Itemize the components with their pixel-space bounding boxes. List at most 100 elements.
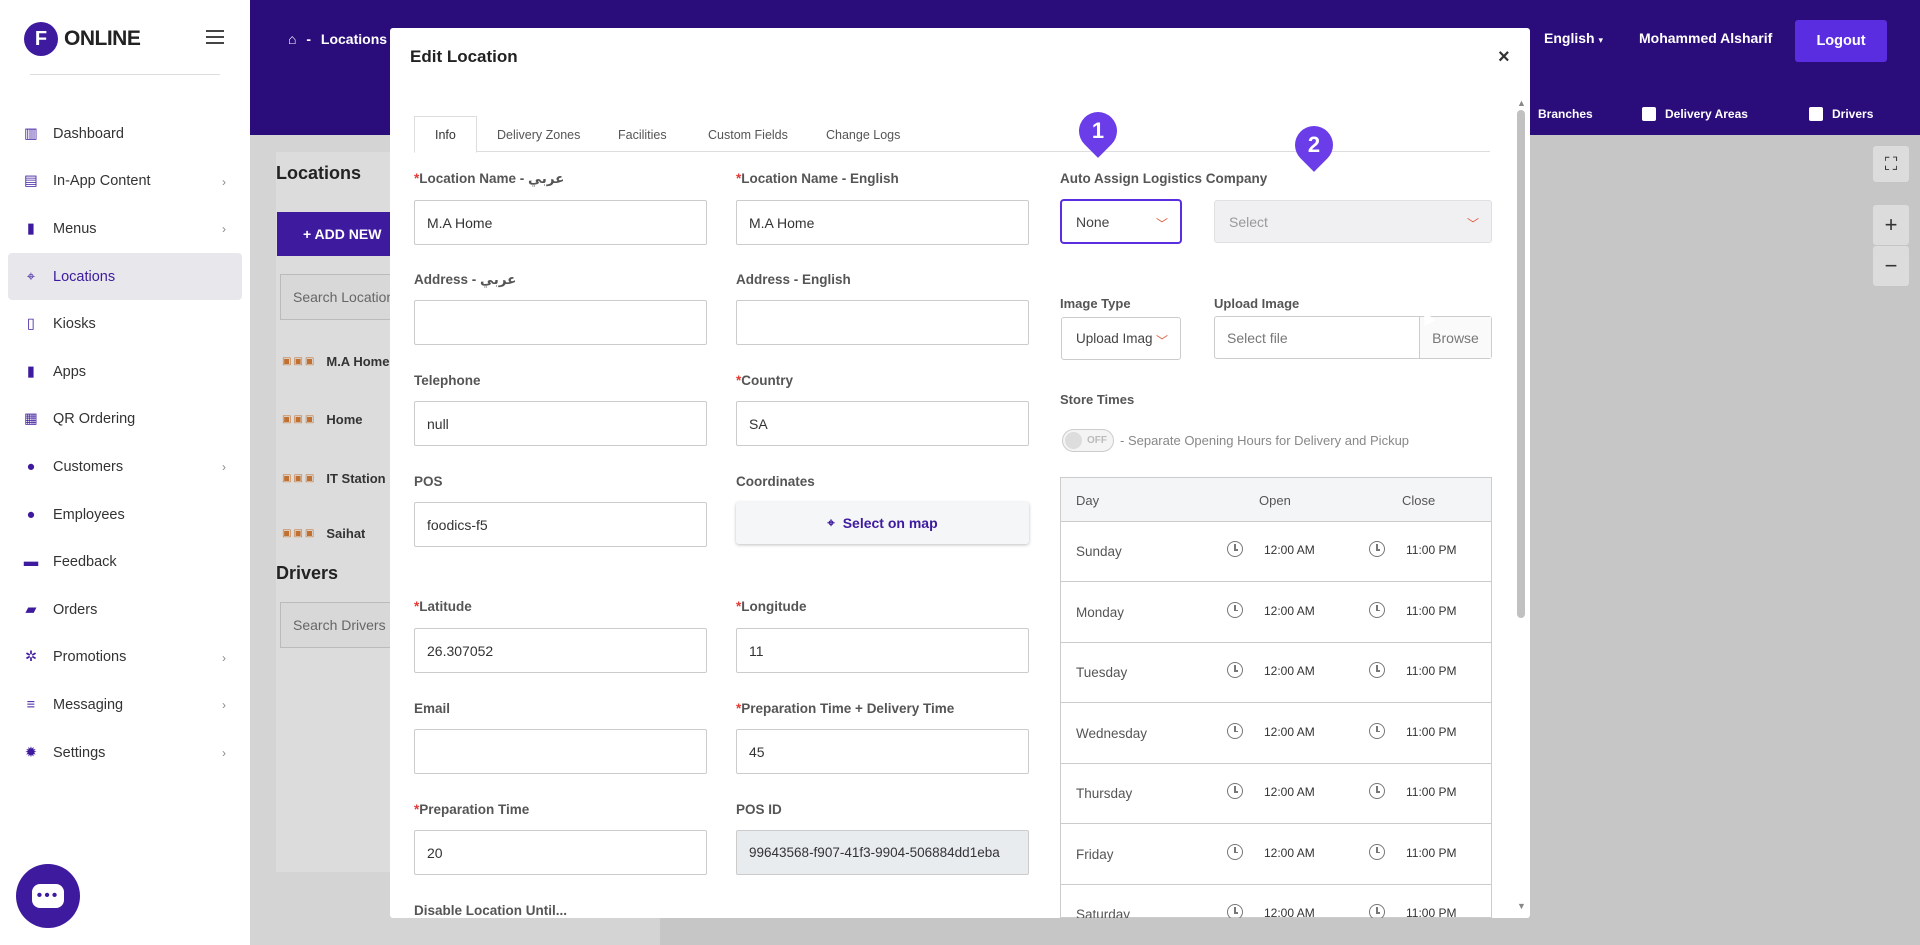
zoom-in-button[interactable]: + — [1873, 205, 1909, 245]
sidebar-item-employees[interactable]: ● Employees — [8, 491, 242, 539]
clock-icon[interactable] — [1227, 541, 1243, 557]
clock-icon[interactable] — [1369, 601, 1385, 618]
gear-icon: ✹ — [24, 744, 38, 761]
search-drivers-input[interactable]: Search Drivers — [280, 602, 400, 648]
scrollbar-thumb[interactable] — [1517, 110, 1525, 618]
preparation-time-input[interactable] — [414, 830, 707, 875]
sidebar-item-settings[interactable]: ✹ Settings › — [8, 729, 242, 777]
longitude-input[interactable] — [736, 628, 1029, 673]
layer-toggle-branches[interactable]: Branches — [1538, 107, 1593, 121]
layer-toggle-delivery-areas[interactable]: Delivery Areas — [1642, 107, 1748, 121]
tab-facilities[interactable]: Facilities — [618, 116, 667, 153]
country-input[interactable] — [736, 401, 1029, 446]
email-input[interactable] — [414, 729, 707, 774]
clock-icon[interactable] — [1369, 783, 1385, 799]
pos-id-input — [736, 830, 1029, 875]
clock-icon[interactable] — [1369, 541, 1385, 557]
auto-assign-select[interactable]: None ﹀ — [1061, 200, 1181, 243]
clock-icon[interactable] — [1227, 601, 1243, 618]
clock-icon[interactable] — [1227, 843, 1243, 860]
location-name-ar-input[interactable] — [414, 200, 707, 245]
open-time[interactable]: 12:00 AM — [1264, 664, 1315, 678]
modal-scrollbar[interactable]: ▲ ▼ — [1515, 98, 1527, 913]
breadcrumb-separator: - — [306, 31, 312, 47]
location-name-en-input[interactable] — [736, 200, 1029, 245]
clock-icon[interactable] — [1227, 662, 1243, 678]
clock-icon[interactable] — [1369, 904, 1385, 918]
select-on-map-button[interactable]: ⌖ Select on map — [736, 502, 1029, 544]
clock-icon[interactable] — [1369, 722, 1385, 739]
location-name: Home — [326, 412, 363, 427]
sidebar-item-kiosks[interactable]: ▯ Kiosks — [8, 300, 242, 348]
sidebar-item-qr-ordering[interactable]: ▦ QR Ordering — [8, 396, 242, 444]
breadcrumb-current[interactable]: Locations — [321, 31, 387, 47]
open-time[interactable]: 12:00 AM — [1264, 725, 1315, 739]
tab-change-logs[interactable]: Change Logs — [826, 116, 900, 153]
clock-icon[interactable] — [1369, 662, 1385, 678]
checkbox[interactable] — [1642, 107, 1656, 121]
clock-icon[interactable] — [1369, 843, 1385, 860]
app-logo[interactable]: F ONLINE — [24, 22, 141, 56]
open-time[interactable]: 12:00 AM — [1264, 604, 1315, 618]
close-time[interactable]: 11:00 PM — [1406, 846, 1456, 860]
fullscreen-icon[interactable]: ⛶ — [1873, 146, 1909, 182]
location-item[interactable]: ▣▣▣ M.A Home — [282, 354, 389, 369]
sidebar-item-dashboard[interactable]: ▥ Dashboard — [8, 110, 242, 158]
logout-button[interactable]: Logout — [1795, 20, 1887, 62]
location-item[interactable]: ▣▣▣ Home — [282, 412, 362, 427]
location-item[interactable]: ▣▣▣ IT Station — [282, 471, 386, 486]
image-type-select[interactable]: Upload Image ﹀ — [1061, 317, 1181, 360]
chat-button[interactable]: ••• — [16, 864, 80, 928]
close-time[interactable]: 11:00 PM — [1406, 906, 1456, 918]
sidebar-item-menus[interactable]: ▮ Menus › — [8, 205, 242, 253]
scroll-up-icon[interactable]: ▲ — [1517, 98, 1526, 108]
pos-input[interactable] — [414, 502, 707, 547]
open-time[interactable]: 12:00 AM — [1264, 543, 1315, 557]
menu-toggle-icon[interactable] — [206, 30, 224, 44]
latitude-input[interactable] — [414, 628, 707, 673]
open-time[interactable]: 12:00 AM — [1264, 846, 1315, 860]
location-item[interactable]: ▣▣▣ Saihat — [282, 528, 365, 538]
scroll-down-icon[interactable]: ▼ — [1517, 901, 1526, 911]
upload-image-input[interactable]: Select file Browse — [1214, 316, 1492, 359]
home-icon[interactable]: ⌂ — [288, 31, 296, 47]
sidebar-item-locations[interactable]: ⌖ Locations — [8, 252, 242, 301]
close-icon[interactable]: × — [1498, 46, 1510, 69]
close-time[interactable]: 11:00 PM — [1406, 543, 1456, 557]
search-locations-input[interactable]: Search Locations — [280, 274, 400, 320]
open-time[interactable]: 12:00 AM — [1264, 906, 1315, 918]
sidebar-item-orders[interactable]: ▰ Orders — [8, 586, 242, 634]
telephone-input[interactable] — [414, 401, 707, 446]
chevron-right-icon: › — [222, 745, 226, 760]
address-ar-input[interactable] — [414, 300, 707, 345]
tab-info[interactable]: Info — [414, 116, 477, 153]
separate-hours-toggle[interactable]: OFF — [1062, 429, 1114, 452]
user-name[interactable]: Mohammed Alsharif — [1639, 30, 1772, 46]
logistics-company-select[interactable]: Select ﹀ — [1214, 200, 1492, 243]
sidebar-item-customers[interactable]: ● Customers › — [8, 443, 242, 491]
clock-icon[interactable] — [1227, 722, 1243, 739]
sidebar-item-apps[interactable]: ▮ Apps — [8, 348, 242, 396]
close-time[interactable]: 11:00 PM — [1406, 785, 1456, 799]
close-time[interactable]: 11:00 PM — [1406, 664, 1456, 678]
prep-delivery-time-input[interactable] — [736, 729, 1029, 774]
label-prep-delivery-time: *Preparation Time + Delivery Time — [736, 701, 955, 716]
sidebar-item-promotions[interactable]: ✲ Promotions › — [8, 634, 242, 682]
clock-icon[interactable] — [1227, 783, 1243, 799]
clock-icon[interactable] — [1227, 904, 1243, 918]
open-time[interactable]: 12:00 AM — [1264, 785, 1315, 799]
close-time[interactable]: 11:00 PM — [1406, 725, 1456, 739]
add-new-button[interactable]: + ADD NEW — [277, 212, 397, 256]
address-en-input[interactable] — [736, 300, 1029, 345]
tab-custom-fields[interactable]: Custom Fields — [708, 116, 788, 153]
sidebar-item-in-app-content[interactable]: ▤ In-App Content › — [8, 158, 242, 206]
tab-delivery-zones[interactable]: Delivery Zones — [497, 116, 580, 153]
sidebar-item-messaging[interactable]: ≡ Messaging › — [8, 681, 242, 729]
sidebar-item-feedback[interactable]: ▬ Feedback — [8, 538, 242, 586]
zoom-out-button[interactable]: − — [1873, 246, 1909, 286]
language-dropdown[interactable]: English ▾ — [1544, 30, 1603, 46]
close-time[interactable]: 11:00 PM — [1406, 604, 1456, 618]
layer-toggle-drivers[interactable]: Drivers — [1809, 107, 1873, 121]
sidebar-item-label: Locations — [53, 268, 116, 285]
checkbox[interactable] — [1809, 107, 1823, 121]
